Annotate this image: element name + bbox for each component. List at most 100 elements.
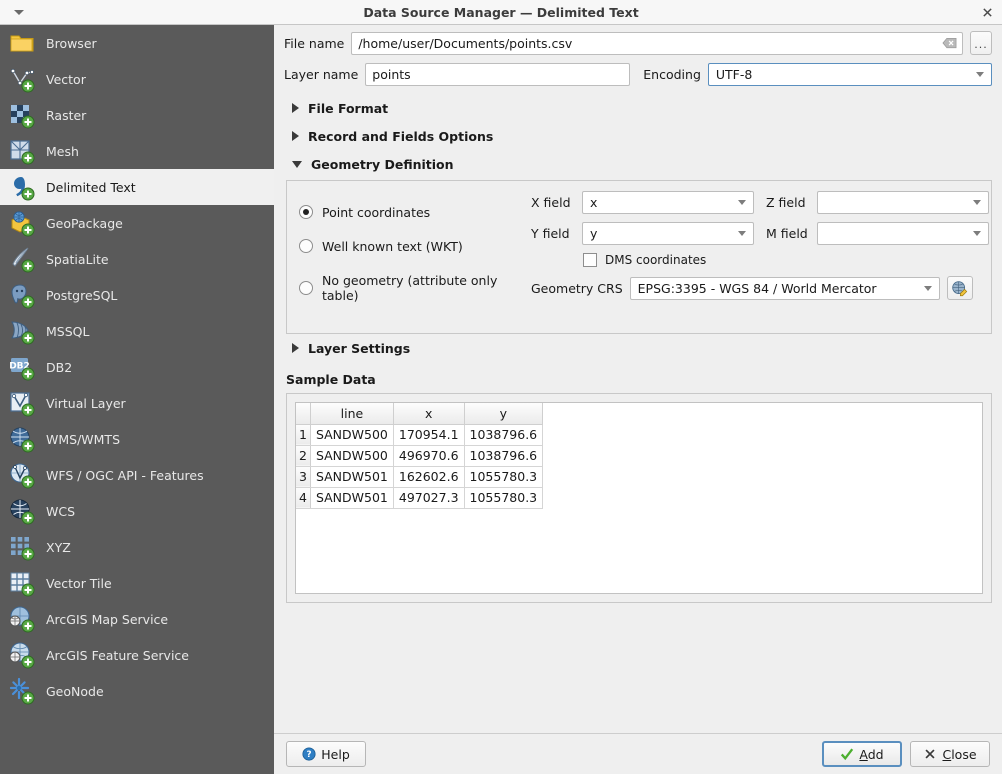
close-window-button[interactable] — [976, 2, 998, 23]
close-button[interactable]: Close — [910, 741, 990, 767]
table-row[interactable]: 4 SANDW501 497027.3 1055780.3 — [296, 487, 543, 508]
table-row[interactable]: 2 SANDW500 496970.6 1038796.6 — [296, 445, 543, 466]
table-row[interactable]: 1 SANDW500 170954.1 1038796.6 — [296, 424, 543, 445]
dms-coordinates-row[interactable]: DMS coordinates — [583, 253, 989, 267]
add-button[interactable]: Add — [822, 741, 902, 767]
radio-indicator — [299, 281, 313, 295]
layer-name-input[interactable]: points — [365, 63, 630, 86]
layer-name-label: Layer name — [284, 67, 358, 82]
sample-data-table: line x y 1 SANDW500 170954.1 — [296, 403, 543, 509]
geometry-crs-label: Geometry CRS — [531, 281, 623, 296]
x-field-label: X field — [531, 195, 575, 210]
radio-no-geometry[interactable]: No geometry (attribute only table) — [299, 273, 529, 303]
arcgis-map-service-add-icon — [8, 605, 36, 633]
sidebar-item-mssql[interactable]: MSSQL — [0, 313, 274, 349]
sidebar-item-label: Mesh — [46, 144, 79, 159]
sample-data-frame: line x y 1 SANDW500 170954.1 — [286, 393, 992, 603]
xyz-add-icon — [8, 533, 36, 561]
check-icon — [840, 747, 854, 761]
sidebar-item-geopackage[interactable]: GeoPackage — [0, 205, 274, 241]
cell-x: 162602.6 — [393, 466, 464, 487]
cell-line: SANDW501 — [310, 487, 393, 508]
y-field-combo[interactable]: y — [582, 222, 754, 245]
z-field-label: Z field — [766, 195, 810, 210]
cell-x: 497027.3 — [393, 487, 464, 508]
chevron-down-icon — [976, 72, 984, 77]
panel-body: File name /home/user/Documents/points.cs… — [274, 25, 1002, 733]
geonode-add-icon — [8, 677, 36, 705]
window-menu-button[interactable] — [0, 0, 38, 25]
sidebar-item-postgresql[interactable]: PostgreSQL — [0, 277, 274, 313]
sidebar-item-geonode[interactable]: GeoNode — [0, 673, 274, 709]
sidebar-item-arcgis-map-service[interactable]: ArcGIS Map Service — [0, 601, 274, 637]
wcs-add-icon — [8, 497, 36, 525]
sidebar-item-virtual-layer[interactable]: Virtual Layer — [0, 385, 274, 421]
sidebar-item-label: Virtual Layer — [46, 396, 126, 411]
section-layer-settings[interactable]: Layer Settings — [284, 334, 992, 362]
encoding-combo[interactable]: UTF-8 — [708, 63, 992, 86]
sidebar-item-label: ArcGIS Map Service — [46, 612, 168, 627]
cell-line: SANDW500 — [310, 424, 393, 445]
clear-text-icon[interactable] — [942, 37, 957, 49]
dms-coordinates-checkbox[interactable] — [583, 253, 597, 267]
sidebar-item-mesh[interactable]: Mesh — [0, 133, 274, 169]
file-name-input[interactable]: /home/user/Documents/points.csv — [351, 32, 963, 55]
radio-indicator — [299, 205, 313, 219]
sidebar-item-delimited-text[interactable]: Delimited Text — [0, 169, 274, 205]
column-header-y[interactable]: y — [464, 403, 543, 424]
delimited-text-add-icon — [8, 173, 36, 201]
encoding-value: UTF-8 — [716, 67, 970, 82]
column-header-x[interactable]: x — [393, 403, 464, 424]
sidebar-item-raster[interactable]: Raster — [0, 97, 274, 133]
title-bar: Data Source Manager — Delimited Text — [0, 0, 1002, 25]
m-field-combo[interactable] — [817, 222, 989, 245]
sidebar-item-wcs[interactable]: WCS — [0, 493, 274, 529]
row-number: 2 — [296, 445, 310, 466]
help-button-label: Help — [321, 747, 350, 762]
row-number: 3 — [296, 466, 310, 487]
sidebar-item-label: GeoPackage — [46, 216, 123, 231]
sidebar-item-browser[interactable]: Browser — [0, 25, 274, 61]
sidebar-item-wfs-ogc-api-features[interactable]: WFS / OGC API - Features — [0, 457, 274, 493]
section-geometry-definition[interactable]: Geometry Definition — [284, 150, 992, 178]
help-button[interactable]: ? Help — [286, 741, 366, 767]
layer-name-row: Layer name points Encoding UTF-8 — [284, 63, 992, 86]
select-crs-button[interactable] — [947, 276, 973, 300]
browse-file-button[interactable]: ... — [970, 31, 992, 55]
x-field-row: X field x Z field — [531, 191, 989, 214]
vector-tile-add-icon — [8, 569, 36, 597]
sidebar-item-db2[interactable]: DB2 DB2 — [0, 349, 274, 385]
radio-well-known-text[interactable]: Well known text (WKT) — [299, 239, 529, 254]
mssql-add-icon — [8, 317, 36, 345]
sidebar-item-label: Browser — [46, 36, 97, 51]
table-row[interactable]: 3 SANDW501 162602.6 1055780.3 — [296, 466, 543, 487]
radio-point-coordinates[interactable]: Point coordinates — [299, 205, 529, 220]
sidebar-item-wms-wmts[interactable]: WMS/WMTS — [0, 421, 274, 457]
source-type-sidebar[interactable]: Browser Vector Raster Mesh — [0, 25, 274, 774]
sidebar-item-arcgis-feature-service[interactable]: ArcGIS Feature Service — [0, 637, 274, 673]
sidebar-item-vector[interactable]: Vector — [0, 61, 274, 97]
z-field-combo[interactable] — [817, 191, 989, 214]
sample-data-scroll-area[interactable]: line x y 1 SANDW500 170954.1 — [295, 402, 983, 594]
sidebar-item-xyz[interactable]: XYZ — [0, 529, 274, 565]
x-field-value: x — [590, 195, 732, 210]
geometry-crs-row: Geometry CRS EPSG:3395 - WGS 84 / World … — [531, 276, 989, 300]
dialog-button-bar: ? Help Add Close — [274, 733, 1002, 774]
geometry-type-radio-group: Point coordinates Well known text (WKT) … — [299, 191, 529, 321]
column-header-line[interactable]: line — [310, 403, 393, 424]
sidebar-item-vector-tile[interactable]: Vector Tile — [0, 565, 274, 601]
vector-add-icon — [8, 65, 36, 93]
file-name-row: File name /home/user/Documents/points.cs… — [284, 31, 992, 55]
x-field-combo[interactable]: x — [582, 191, 754, 214]
sidebar-item-label: WFS / OGC API - Features — [46, 468, 204, 483]
section-label: File Format — [308, 101, 388, 116]
section-file-format[interactable]: File Format — [284, 94, 992, 122]
section-record-and-fields-options[interactable]: Record and Fields Options — [284, 122, 992, 150]
radio-label: Well known text (WKT) — [322, 239, 463, 254]
row-number: 4 — [296, 487, 310, 508]
geometry-crs-combo[interactable]: EPSG:3395 - WGS 84 / World Mercator — [630, 277, 940, 300]
db2-add-icon: DB2 — [8, 353, 36, 381]
sidebar-item-spatialite[interactable]: SpatiaLite — [0, 241, 274, 277]
wms-add-icon — [8, 425, 36, 453]
data-source-manager-dialog: Data Source Manager — Delimited Text Bro… — [0, 0, 1002, 774]
